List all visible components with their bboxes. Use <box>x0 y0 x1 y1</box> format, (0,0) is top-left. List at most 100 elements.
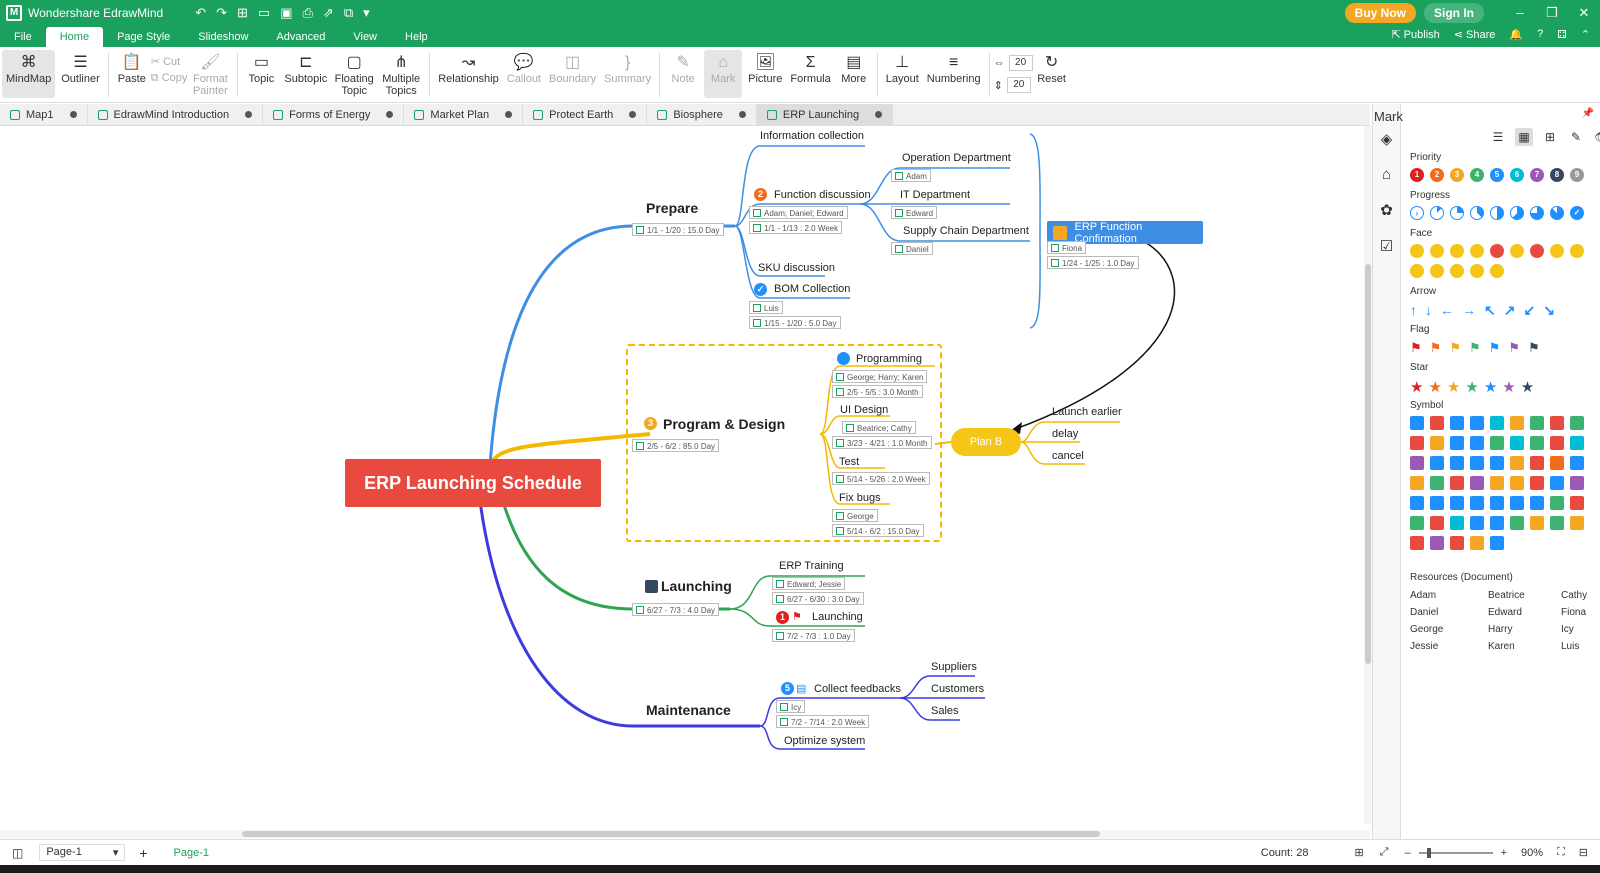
symbol-46-icon[interactable] <box>1430 516 1444 530</box>
reset-button[interactable]: ↻ Reset <box>1033 47 1071 85</box>
face-happy-icon[interactable] <box>1410 244 1424 258</box>
progress-5-icon[interactable] <box>1510 206 1524 220</box>
topic-programming[interactable]: Programming <box>856 353 922 365</box>
progress-0-icon[interactable]: › <box>1410 206 1424 220</box>
resource-item[interactable]: Adam <box>1410 590 1488 601</box>
symbol-44-icon[interactable] <box>1570 496 1584 510</box>
symbol-51-icon[interactable] <box>1530 516 1544 530</box>
topic-test[interactable]: Test <box>839 456 859 468</box>
resource-item[interactable]: Beatrice <box>1488 590 1561 601</box>
symbol-45-icon[interactable] <box>1410 516 1424 530</box>
resource-item[interactable]: George <box>1410 624 1488 635</box>
progress-4-icon[interactable] <box>1490 206 1504 220</box>
edit-mark-icon[interactable]: ✎ <box>1567 128 1585 146</box>
progress-2-icon[interactable] <box>1450 206 1464 220</box>
symbol-50-icon[interactable] <box>1510 516 1524 530</box>
arrow-2-icon[interactable]: ← <box>1440 302 1454 319</box>
customize-icon[interactable]: ▾ <box>363 5 370 21</box>
symbol-21-icon[interactable] <box>1470 456 1484 470</box>
horizontal-spacing-input[interactable]: 20 <box>1008 55 1033 71</box>
priority-5-icon[interactable]: 5 <box>1490 168 1504 182</box>
face-neutral-icon[interactable] <box>1450 244 1464 258</box>
symbol-7-icon[interactable] <box>1550 416 1564 430</box>
symbol-31-icon[interactable] <box>1490 476 1504 490</box>
undo-icon[interactable]: ↶ <box>195 5 206 21</box>
topic-collect-feedbacks[interactable]: Collect feedbacks <box>814 683 901 695</box>
mindmap-button[interactable]: ⌘ MindMap <box>2 50 56 98</box>
resource-item[interactable]: Fiona <box>1561 607 1600 618</box>
symbol-33-icon[interactable] <box>1530 476 1544 490</box>
sidebar-toggle-icon[interactable]: ◫ <box>12 846 23 860</box>
flag-2-icon[interactable]: ⚑ <box>1449 340 1461 356</box>
symbol-14-icon[interactable] <box>1510 436 1524 450</box>
topic-suppliers[interactable]: Suppliers <box>931 661 977 673</box>
mindmap-canvas[interactable]: ERP Launching Schedule Prepare 1/1 - 1/2… <box>0 126 1345 824</box>
topic-customers[interactable]: Customers <box>931 683 984 695</box>
tab-biosphere[interactable]: Biosphere <box>647 103 757 126</box>
symbol-35-icon[interactable] <box>1570 476 1584 490</box>
symbol-55-icon[interactable] <box>1430 536 1444 550</box>
topic-function-discussion[interactable]: Function discussion <box>774 189 871 201</box>
sign-in-button[interactable]: Sign In <box>1424 2 1484 23</box>
priority-2-icon[interactable]: 2 <box>1430 168 1444 182</box>
symbol-0-icon[interactable] <box>1410 416 1424 430</box>
mark-panel-icon[interactable]: ⌂ <box>1382 166 1391 183</box>
new-icon[interactable]: ⊞ <box>237 5 248 21</box>
topic-delay[interactable]: delay <box>1052 428 1078 440</box>
add-page-icon[interactable]: + <box>139 845 147 861</box>
symbol-48-icon[interactable] <box>1470 516 1484 530</box>
save-icon[interactable]: ▣ <box>280 5 292 21</box>
topic-plan-b[interactable]: Plan B <box>951 428 1021 456</box>
publish-button[interactable]: ⇱ Publish <box>1391 28 1439 41</box>
topic-it-department[interactable]: IT Department <box>900 189 970 201</box>
progress-6-icon[interactable] <box>1530 206 1544 220</box>
tab-erp-launching[interactable]: ERP Launching <box>756 103 894 126</box>
arrow-7-icon[interactable]: ↘ <box>1543 302 1555 319</box>
face-sad-icon[interactable] <box>1470 244 1484 258</box>
progress-3-icon[interactable] <box>1470 206 1484 220</box>
symbol-22-icon[interactable] <box>1490 456 1504 470</box>
symbol-42-icon[interactable] <box>1530 496 1544 510</box>
mark-button[interactable]: ⌂ Mark <box>704 50 743 98</box>
symbol-37-icon[interactable] <box>1430 496 1444 510</box>
format-icon[interactable]: ◈ <box>1381 130 1393 148</box>
face-surprised-icon[interactable] <box>1550 244 1564 258</box>
topic-optimize-system[interactable]: Optimize system <box>784 735 865 747</box>
face-grin-icon[interactable] <box>1410 264 1424 278</box>
star-2-icon[interactable]: ★ <box>1447 378 1460 396</box>
priority-8-icon[interactable]: 8 <box>1550 168 1564 182</box>
format-painter-button[interactable]: 🖌 Format Painter <box>187 47 233 97</box>
paste-button[interactable]: 📋 Paste <box>113 47 151 85</box>
page-select[interactable]: Page-1 ▾ <box>39 844 126 861</box>
notification-icon[interactable]: 🔔 <box>1509 28 1523 41</box>
symbol-36-icon[interactable] <box>1410 496 1424 510</box>
grid-view-icon[interactable]: ▦ <box>1515 128 1533 146</box>
relationship-button[interactable]: ↝ Relationship <box>434 47 503 85</box>
symbol-57-icon[interactable] <box>1470 536 1484 550</box>
resource-item[interactable]: Cathy <box>1561 590 1600 601</box>
symbol-20-icon[interactable] <box>1450 456 1464 470</box>
topic-button[interactable]: ▭ Topic <box>242 47 280 85</box>
symbol-30-icon[interactable] <box>1470 476 1484 490</box>
zoom-level[interactable]: 90% <box>1521 847 1543 859</box>
resource-item[interactable]: Jessie <box>1410 641 1488 652</box>
symbol-41-icon[interactable] <box>1510 496 1524 510</box>
symbol-56-icon[interactable] <box>1450 536 1464 550</box>
topic-sku-discussion[interactable]: SKU discussion <box>758 262 835 274</box>
maximize-icon[interactable]: ❐ <box>1536 5 1568 21</box>
visibility-icon[interactable]: 👁 <box>1593 128 1600 146</box>
arrow-3-icon[interactable]: → <box>1462 302 1476 319</box>
tab-protect-earth[interactable]: Protect Earth <box>523 103 648 126</box>
export-icon[interactable]: ⇗ <box>323 5 334 21</box>
star-3-icon[interactable]: ★ <box>1465 378 1478 396</box>
priority-9-icon[interactable]: 9 <box>1570 168 1584 182</box>
symbol-5-icon[interactable] <box>1510 416 1524 430</box>
arrow-1-icon[interactable]: ↓ <box>1425 302 1432 319</box>
arrow-4-icon[interactable]: ↖ <box>1484 302 1496 319</box>
menu-home[interactable]: Home <box>45 27 104 47</box>
layout-button[interactable]: ⊥ Layout <box>882 47 923 85</box>
priority-6-icon[interactable]: 6 <box>1510 168 1524 182</box>
symbol-3-icon[interactable] <box>1470 416 1484 430</box>
symbol-53-icon[interactable] <box>1570 516 1584 530</box>
pin-icon[interactable]: 📌 <box>1582 108 1594 119</box>
